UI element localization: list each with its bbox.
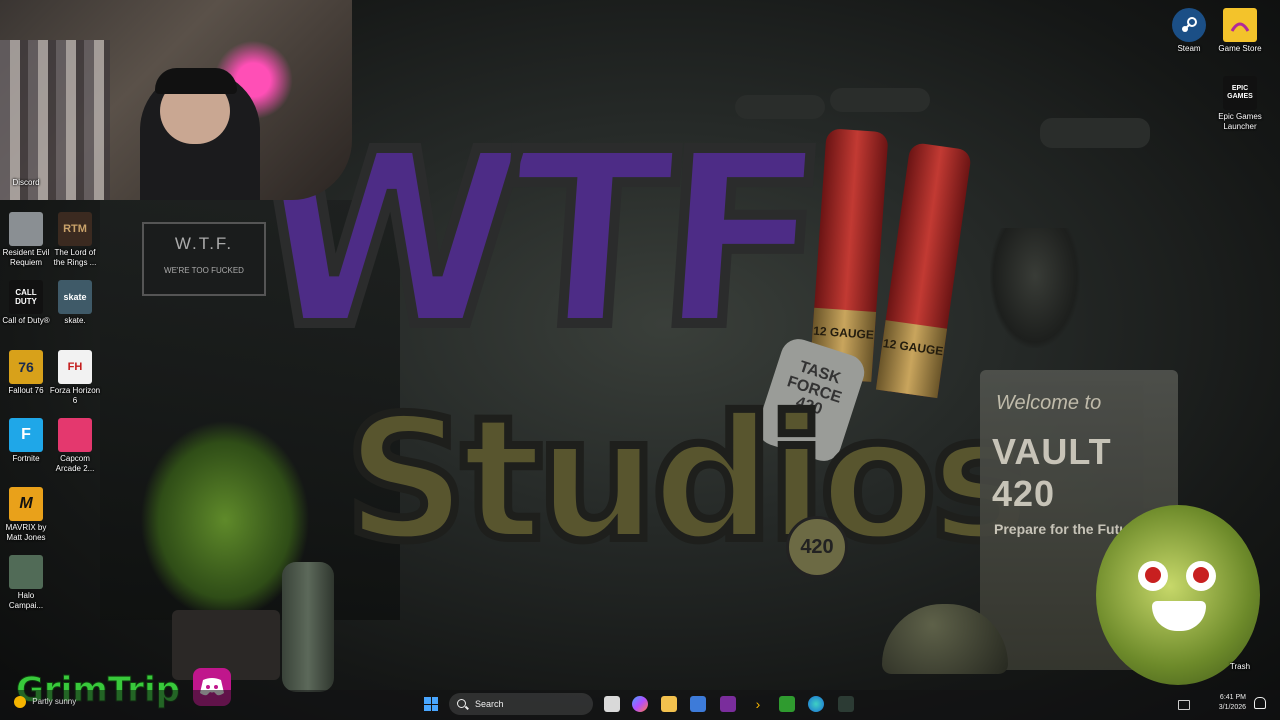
resident-evil-icon	[9, 212, 43, 246]
desktop-icon-game-store[interactable]: Game Store	[1214, 8, 1266, 54]
game-store-glyph	[1230, 22, 1250, 32]
partly-sunny-icon	[14, 696, 26, 708]
mavrix-icon: M	[9, 487, 43, 521]
webcam-overlay	[0, 0, 352, 200]
desktop-icon-label: Discord	[12, 178, 40, 187]
desktop-icon-fortnite[interactable]: F Fortnite	[0, 418, 52, 464]
desktop-icon-label: The Lord of the Rings ...	[53, 248, 97, 267]
weather-text: Partly sunny	[32, 697, 77, 707]
lotr-icon: RTM	[58, 212, 92, 246]
search-placeholder: Search	[475, 699, 504, 709]
taskbar-clock[interactable]: 6:41 PM 3/1/2026	[1219, 693, 1246, 713]
desktop-icon-label: Steam	[1177, 44, 1201, 53]
desktop-icon-forza-horizon[interactable]: FH Forza Horizon 6	[49, 350, 101, 406]
terminal-icon[interactable]	[838, 696, 854, 712]
mascot-eye	[1138, 561, 1168, 591]
desktop-icon-epic-games[interactable]: EPIC GAMES Epic Games Launcher	[1214, 76, 1266, 132]
windows-logo-tile	[424, 704, 431, 711]
task-view-icon[interactable]	[604, 696, 620, 712]
desktop-icon-label: skate.	[64, 316, 86, 325]
taskbar-search-box[interactable]: Search	[449, 693, 593, 715]
skate-icon: skate	[58, 280, 92, 314]
capcom-arcade-icon	[58, 418, 92, 452]
vault-name-text: VAULT 420	[992, 431, 1112, 514]
app-icon[interactable]	[720, 696, 736, 712]
desktop-icon-label: Capcom Arcade 2...	[55, 454, 95, 473]
desktop-icon-label: Trash	[1229, 662, 1251, 671]
network-icon[interactable]	[1178, 700, 1190, 710]
desktop-icon-skate[interactable]: skate skate.	[49, 280, 101, 326]
vault-welcome-text: Welcome to	[996, 392, 1102, 414]
wallpaper-wtf-sign: W.T.F. WE'RE TOO FUCKED	[142, 222, 266, 296]
mascot-mouth	[1152, 601, 1206, 631]
wallpaper-420-badge: 420	[786, 516, 848, 578]
desktop-icon-halo[interactable]: Halo Campai...	[0, 555, 52, 611]
desktop-icon-resident-evil[interactable]: Resident Evil Requiem	[0, 212, 52, 268]
steam-glyph	[1182, 17, 1197, 32]
file-explorer-icon[interactable]	[661, 696, 677, 712]
notification-bell-icon[interactable]	[1254, 697, 1266, 709]
desktop-icon-lotr[interactable]: RTM The Lord of the Rings ...	[49, 212, 101, 268]
desktop-icon-mavrix[interactable]: M MAVRIX by Matt Jones	[0, 487, 52, 543]
desktop-icon-label: Epic Games Launcher	[1218, 112, 1262, 131]
xbox-icon[interactable]	[779, 696, 795, 712]
edge-browser-icon[interactable]	[808, 696, 824, 712]
desktop-icon-steam[interactable]: Steam	[1163, 8, 1215, 54]
forza-horizon-icon: FH	[58, 350, 92, 384]
epic-games-icon: EPIC GAMES	[1223, 76, 1257, 110]
call-of-duty-icon: CALL DUTY	[9, 280, 43, 314]
shotgun-shell-left: 12 GAUGE	[809, 128, 889, 382]
game-store-icon	[1223, 8, 1257, 42]
desktop-icon-call-of-duty[interactable]: CALL DUTY Call of Duty®	[0, 280, 52, 326]
helicopter-icon	[830, 88, 930, 112]
mascot-eye	[1186, 561, 1216, 591]
clock-time: 6:41 PM	[1219, 694, 1246, 701]
start-button[interactable]	[424, 697, 438, 711]
desktop-icon-label: Fortnite	[12, 454, 40, 463]
copilot-icon[interactable]	[632, 696, 648, 712]
steam-icon	[1172, 8, 1206, 42]
wallpaper-studios-logo: Studios	[341, 381, 1036, 579]
wallpaper-sign-title: W.T.F.	[174, 234, 234, 253]
wallpaper-sign-subtitle: WE'RE TOO FUCKED	[164, 266, 244, 275]
desktop-icon-capcom-arcade[interactable]: Capcom Arcade 2...	[49, 418, 101, 474]
fallout-76-icon: 76	[9, 350, 43, 384]
chevron-right-icon[interactable]: ›	[750, 696, 766, 712]
webcam-streamer-hat	[155, 68, 237, 94]
windows-logo-tile	[431, 704, 438, 711]
wallpaper-soldier	[990, 228, 1080, 348]
windows-logo-tile	[431, 697, 438, 704]
helicopter-icon	[1040, 118, 1150, 148]
desktop-icon-discord[interactable]: Discord	[0, 160, 52, 188]
desktop-icon-label: MAVRIX by Matt Jones	[5, 523, 47, 542]
desktop-icon-label: Resident Evil Requiem	[2, 248, 50, 267]
shotgun-shell-right: 12 GAUGE	[875, 141, 973, 399]
desktop-icon-label: Halo Campai...	[8, 591, 44, 610]
microsoft-store-icon[interactable]	[690, 696, 706, 712]
weather-widget[interactable]: Partly sunny	[14, 696, 76, 708]
desktop-icon-label: Forza Horizon 6	[49, 386, 101, 405]
desktop-icon-label: Game Store	[1218, 44, 1262, 53]
desktop-icon-label: Fallout 76	[8, 386, 44, 395]
windows-logo-tile	[424, 697, 431, 704]
clock-date: 3/1/2026	[1218, 704, 1246, 711]
halo-icon	[9, 555, 43, 589]
trash-icon	[1223, 626, 1257, 660]
desktop-icon-fallout-76[interactable]: 76 Fallout 76	[0, 350, 52, 396]
desktop-icon-label: Call of Duty®	[2, 316, 50, 325]
wallpaper-canteen	[282, 562, 334, 692]
search-icon	[457, 699, 466, 708]
fortnite-icon: F	[9, 418, 43, 452]
desktop-icon-trash[interactable]: Trash	[1214, 626, 1266, 672]
